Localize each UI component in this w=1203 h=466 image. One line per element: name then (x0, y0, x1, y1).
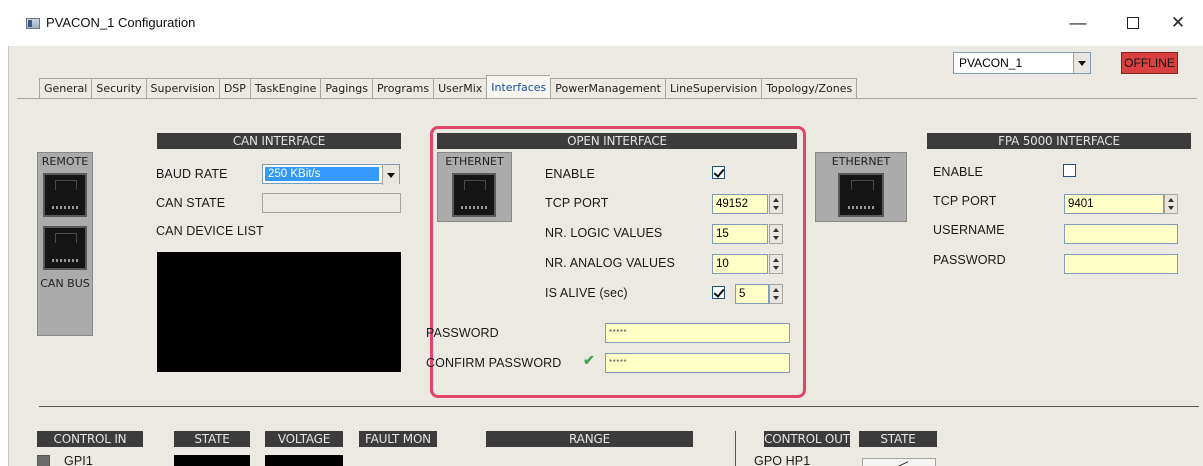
ethernet-label: ETHERNET (831, 155, 891, 168)
fpa-tcp-port-input[interactable]: 9401 (1064, 194, 1164, 214)
can-bus-label: CAN BUS (40, 277, 90, 290)
fpa-ethernet-panel: ETHERNET (815, 152, 907, 222)
ethernet-label: ETHERNET (445, 155, 504, 168)
check-icon: ✔ (583, 352, 595, 368)
close-button[interactable]: ✕ (1163, 10, 1193, 36)
is-alive-checkbox[interactable] (712, 286, 725, 299)
baud-rate-label: BAUD RATE (156, 167, 228, 181)
gpo-hp1-label: GPO HP1 (754, 454, 811, 466)
confirm-password-label: CONFIRM PASSWORD (426, 356, 562, 370)
fpa-tcp-port-label: TCP PORT (933, 194, 997, 208)
chevron-down-icon[interactable] (382, 165, 399, 185)
ethernet-port-icon (452, 173, 496, 217)
baud-rate-value: 250 KBit/s (265, 167, 379, 181)
tab-pagings[interactable]: Pagings (320, 78, 372, 98)
vertical-divider (735, 431, 736, 466)
username-input[interactable] (1064, 224, 1178, 244)
tab-general[interactable]: General (39, 78, 92, 98)
content-area: PVACON_1 OFFLINE General Security Supervis… (8, 46, 1203, 466)
fault-mon-header: FAULT MON (359, 431, 437, 447)
fpa-enable-label: ENABLE (933, 165, 983, 179)
range-header: RANGE (486, 431, 693, 447)
state-header: STATE (174, 431, 250, 447)
tab-interfaces[interactable]: Interfaces (486, 75, 551, 98)
tab-powermanagement[interactable]: PowerManagement (550, 78, 665, 98)
fpa-tcp-port-spinner[interactable] (1164, 194, 1178, 214)
is-alive-spinner[interactable] (769, 284, 783, 304)
title-bar: PVACON_1 Configuration — ✕ (0, 0, 1203, 46)
configuration-window: PVACON_1 Configuration — ✕ PVACON_1 OFFL… (0, 0, 1203, 466)
open-ethernet-panel: ETHERNET (437, 152, 512, 222)
fpa-password-label: PASSWORD (933, 253, 1006, 267)
open-tcp-port-spinner[interactable] (769, 194, 783, 214)
open-interface-header: OPEN INTERFACE (437, 133, 797, 149)
logic-values-spinner[interactable] (769, 224, 783, 244)
tab-bar: General Security Supervision DSP TaskEngine P… (39, 75, 858, 98)
baud-rate-select[interactable]: 250 KBit/s (262, 164, 400, 185)
device-select[interactable]: PVACON_1 (953, 52, 1091, 74)
can-device-list[interactable] (157, 252, 401, 372)
gpi1-state-display (174, 455, 250, 466)
open-enable-label: ENABLE (545, 167, 595, 181)
confirm-password-input[interactable]: ***** (605, 353, 790, 373)
tab-linesupervision[interactable]: LineSupervision (664, 78, 762, 98)
can-interface-header: CAN INTERFACE (157, 133, 401, 149)
chevron-down-icon[interactable] (1073, 53, 1090, 73)
status-badge: OFFLINE (1121, 52, 1178, 74)
tab-security[interactable]: Security (91, 78, 146, 98)
control-in-header: CONTROL IN (37, 431, 143, 447)
can-device-list-label: CAN DEVICE LIST (156, 224, 264, 238)
fpa-interface-header: FPA 5000 INTERFACE (927, 133, 1191, 149)
fpa-enable-checkbox[interactable] (1063, 164, 1076, 177)
can-port-panel: REMOTE CAN BUS (37, 152, 93, 336)
username-label: USERNAME (933, 223, 1005, 237)
analog-values-input[interactable]: 10 (712, 254, 768, 274)
open-enable-checkbox[interactable] (712, 166, 725, 179)
can-bus-port-icon (43, 226, 87, 270)
ethernet-port-icon (838, 173, 884, 217)
tab-taskengine[interactable]: TaskEngine (249, 78, 321, 98)
open-password-input[interactable]: ***** (605, 323, 790, 343)
app-icon (26, 18, 40, 29)
is-alive-input[interactable]: 5 (735, 284, 769, 304)
analog-values-label: NR. ANALOG VALUES (545, 256, 675, 270)
is-alive-label: IS ALIVE (sec) (545, 286, 628, 300)
tab-programs[interactable]: Programs (371, 78, 434, 98)
logic-values-label: NR. LOGIC VALUES (545, 226, 663, 240)
open-tcp-port-label: TCP PORT (545, 196, 609, 210)
maximize-icon (1127, 17, 1139, 29)
gpi1-label: GPI1 (64, 454, 93, 466)
maximize-button[interactable] (1118, 10, 1148, 36)
tab-dsp[interactable]: DSP (218, 78, 250, 98)
open-tcp-port-input[interactable]: 49152 (712, 194, 768, 214)
section-divider (39, 406, 1199, 407)
tab-divider (17, 98, 1197, 99)
window-title: PVACON_1 Configuration (46, 15, 196, 30)
fpa-password-input[interactable] (1064, 254, 1178, 274)
open-password-label: PASSWORD (426, 326, 499, 340)
can-state-label: CAN STATE (156, 196, 226, 210)
analog-values-spinner[interactable] (769, 254, 783, 274)
tab-supervision[interactable]: Supervision (145, 78, 219, 98)
remote-label: REMOTE (41, 155, 89, 168)
remote-port-icon (43, 173, 87, 217)
control-out-header: CONTROL OUT (764, 431, 850, 447)
gpi1-voltage-display (265, 455, 343, 466)
gpo-hp1-toggle[interactable] (862, 458, 936, 466)
gpi1-led (37, 455, 50, 466)
tab-topology-zones[interactable]: Topology/Zones (761, 78, 858, 98)
voltage-header: VOLTAGE (265, 431, 343, 447)
out-state-header: STATE (859, 431, 937, 447)
device-select-value: PVACON_1 (959, 56, 1023, 70)
tab-usermix[interactable]: UserMix (433, 78, 487, 98)
minimize-button[interactable]: — (1063, 10, 1093, 36)
can-state-field (262, 193, 401, 213)
logic-values-input[interactable]: 15 (712, 224, 768, 244)
